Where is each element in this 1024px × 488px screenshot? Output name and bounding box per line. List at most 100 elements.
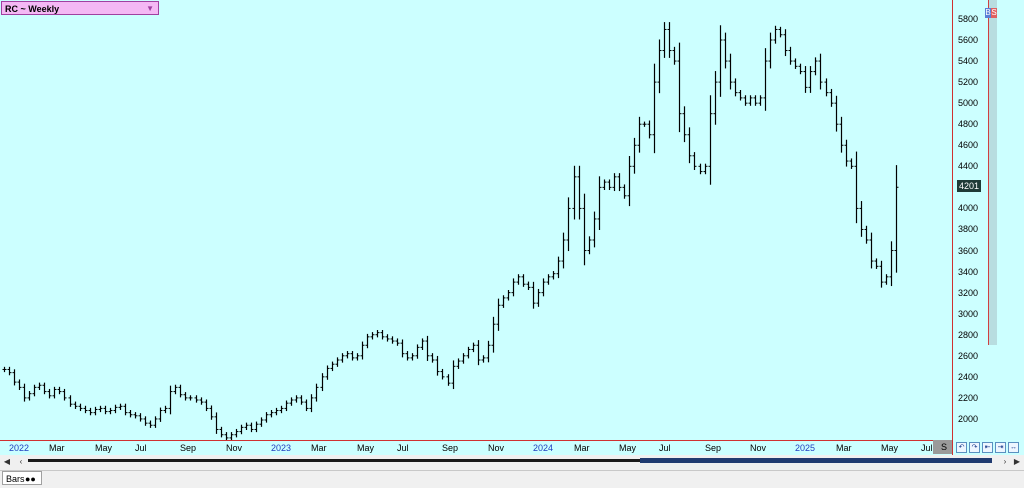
badge-s[interactable]: S (991, 8, 997, 18)
ohlc-bar (627, 156, 632, 207)
ohlc-bar (98, 405, 103, 413)
price-scale-scrollbar[interactable] (988, 0, 997, 345)
ohlc-bar (93, 406, 98, 416)
ohlc-bar (834, 95, 839, 132)
triangle-down-icon[interactable]: ▼ (146, 2, 154, 16)
tab-bars[interactable]: Bars ●● (2, 471, 42, 485)
price-plot-area[interactable] (0, 0, 952, 440)
ohlc-bar (309, 394, 314, 413)
ohlc-bar (456, 358, 461, 369)
ohlc-bar (2, 366, 7, 373)
ohlc-bar (395, 338, 400, 346)
ohlc-bar (602, 179, 607, 190)
ohlc-bar (446, 374, 451, 386)
ohlc-bar (854, 151, 859, 224)
ohlc-bar (592, 211, 597, 248)
ohlc-bar (813, 57, 818, 76)
time-scrollbar-thumb[interactable] (640, 458, 992, 463)
ohlc-bar (561, 232, 566, 269)
fit-chart-button[interactable]: ↔ (1008, 442, 1019, 453)
month-tick-label: Sep (705, 443, 722, 453)
ohlc-bar (738, 90, 743, 101)
year-tick-label: 2023 (271, 443, 292, 453)
ohlc-bar (526, 281, 531, 290)
price-tick-label: 5400 (958, 56, 979, 67)
ohlc-bar (385, 334, 390, 342)
ohlc-bar (289, 397, 294, 406)
ohlc-bar (345, 351, 350, 359)
ohlc-bar (577, 165, 582, 220)
ohlc-bar (728, 53, 733, 90)
ohlc-bar (42, 382, 47, 395)
ohlc-bar (304, 399, 309, 412)
ohlc-bar (269, 410, 274, 418)
ohlc-bar (662, 22, 667, 58)
zoom-out-button[interactable]: ↷ (969, 442, 980, 453)
ohlc-bar (138, 413, 143, 422)
ohlc-bar (844, 139, 849, 167)
ohlc-bar (88, 407, 93, 416)
ohlc-bar (143, 416, 148, 426)
ohlc-bar (682, 106, 687, 143)
last-price-label: 4201 (957, 180, 981, 192)
ohlc-bar (350, 351, 355, 361)
ohlc-bar (753, 95, 758, 106)
ohlc-bar (647, 120, 652, 139)
ohlc-bar (733, 78, 738, 97)
month-tick-label: May (95, 443, 113, 453)
ohlc-bar (118, 403, 123, 410)
ohlc-bar (400, 339, 405, 358)
scroll-to-start-button[interactable]: ⇤ (982, 442, 993, 453)
ohlc-bar (672, 46, 677, 65)
bs-badge[interactable]: BS (985, 8, 997, 18)
ohlc-bar (264, 412, 269, 423)
ohlc-bar (793, 58, 798, 69)
ohlc-bar (698, 163, 703, 175)
price-tick-label: 3000 (958, 308, 979, 319)
ohlc-bar (637, 116, 642, 153)
ohlc-bar (219, 426, 224, 438)
ohlc-bar (768, 32, 773, 69)
ohlc-bar (839, 116, 844, 153)
month-tick-label: Jul (921, 443, 933, 453)
ohlc-bar (687, 127, 692, 164)
symbol-title-dropdown[interactable]: RC ~ Weekly ▼ (1, 1, 159, 15)
ohlc-bar (788, 46, 793, 65)
ohlc-bar (390, 336, 395, 344)
price-tick-label: 2000 (958, 413, 979, 424)
month-tick-label: May (881, 443, 899, 453)
ohlc-bar (546, 274, 551, 285)
scroll-far-left-icon[interactable]: ◀ (2, 457, 12, 467)
scroll-far-right-icon[interactable]: ▶ (1012, 457, 1022, 467)
ohlc-bar (486, 340, 491, 363)
ohlc-bar (511, 278, 516, 297)
price-tick-label: 4000 (958, 203, 979, 214)
ohlc-bar (607, 179, 612, 190)
zoom-in-button[interactable]: ↶ (956, 442, 967, 453)
price-tick-label: 3600 (958, 245, 979, 256)
ohlc-bar (461, 353, 466, 364)
ohlc-bar (798, 63, 803, 75)
ohlc-bar (7, 366, 12, 376)
ohlc-bar (758, 95, 763, 106)
scroll-to-end-button[interactable]: ⇥ (995, 442, 1006, 453)
binoculars-icon: ●● (25, 474, 36, 484)
ohlc-bar (163, 405, 168, 414)
ohlc-bar (103, 405, 108, 415)
ohlc-bar (113, 404, 118, 414)
ohlc-bar (123, 403, 128, 416)
ohlc-bar (284, 400, 289, 412)
month-tick-label: Jul (659, 443, 671, 453)
ohlc-bar (168, 385, 173, 415)
ohlc-bar (425, 335, 430, 361)
ohlc-bar (536, 288, 541, 307)
ohlc-bar (52, 386, 57, 399)
price-tick-label: 2200 (958, 392, 979, 403)
ohlc-bar (566, 197, 571, 252)
price-tick-label: 5600 (958, 35, 979, 45)
ohlc-bar (435, 355, 440, 376)
scroll-left-icon[interactable]: ‹ (16, 457, 26, 467)
ohlc-bar (894, 165, 899, 273)
scroll-right-icon[interactable]: › (1000, 457, 1010, 467)
ohlc-bar (597, 176, 602, 230)
